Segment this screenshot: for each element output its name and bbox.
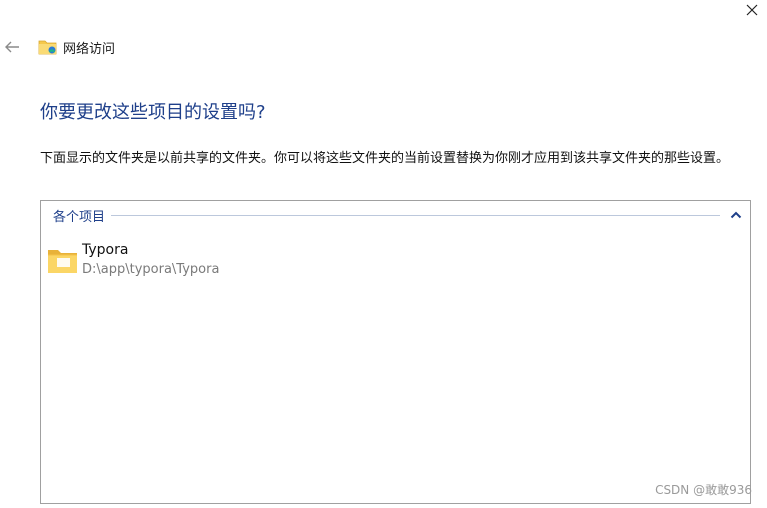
folder-icon [48, 250, 77, 273]
network-folder-icon [38, 37, 58, 57]
group-divider [111, 214, 720, 216]
network-access-dialog: 网络访问 你要更改这些项目的设置吗? 下面显示的文件夹是以前共享的文件夹。你可以… [0, 0, 767, 508]
close-button[interactable] [737, 0, 767, 20]
page-heading: 你要更改这些项目的设置吗? [40, 102, 266, 123]
watermark-text: CSDN @敢敢936 [655, 483, 752, 497]
back-button[interactable] [1, 36, 23, 58]
description-text: 下面显示的文件夹是以前共享的文件夹。你可以将这些文件夹的当前设置替换为你刚才应用… [40, 151, 730, 166]
list-item-text: Typora D:\app\typora\Typora [82, 241, 219, 280]
close-icon [746, 4, 758, 16]
collapse-group-button[interactable] [728, 207, 744, 223]
items-list-panel: 各个项目 Typora D:\app\typora\Typora [40, 200, 751, 504]
group-header[interactable]: 各个项目 [53, 205, 744, 225]
group-label: 各个项目 [53, 209, 106, 225]
title-bar: 网络访问 [0, 36, 115, 58]
list-item[interactable]: Typora D:\app\typora\Typora [47, 241, 219, 280]
window-title: 网络访问 [63, 41, 116, 57]
folder-path: D:\app\typora\Typora [82, 262, 220, 277]
back-arrow-icon [5, 41, 19, 53]
chevron-up-icon [730, 211, 742, 219]
folder-name: Typora [82, 242, 129, 258]
